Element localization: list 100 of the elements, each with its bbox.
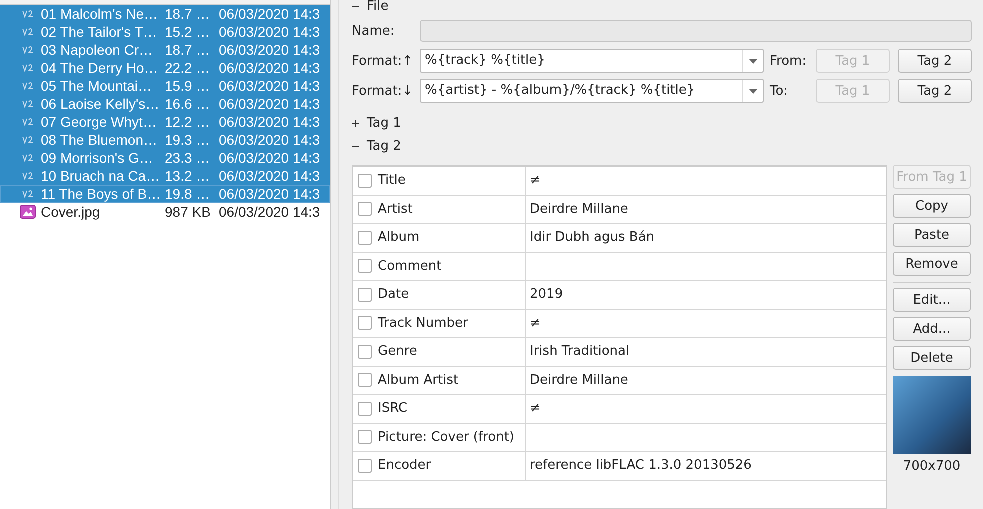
audio-file-icon — [22, 99, 34, 109]
expand-icon[interactable] — [352, 120, 359, 126]
field-name: Genre — [378, 344, 418, 360]
audio-file-icon — [22, 63, 34, 73]
dropdown-arrow-icon — [748, 88, 758, 94]
file-row[interactable]: 05 The Mountai… 15.9 … 06/03/2020 14:3 — [0, 77, 330, 95]
action-button[interactable]: Copy — [893, 194, 971, 218]
file-name: 08 The Bluemon… — [41, 132, 158, 148]
file-date: 06/03/2020 14:3 — [219, 132, 320, 148]
file-size: 15.2 … — [165, 24, 212, 40]
direction-label: From: — [770, 54, 808, 68]
format-label: Format:↓ — [352, 84, 414, 98]
field-name: Comment — [378, 258, 442, 274]
file-name: 02 The Tailor's T… — [41, 24, 158, 40]
file-row[interactable]: Cover.jpg 987 KB 06/03/2020 14:3 — [0, 203, 330, 221]
name-label: Name: — [352, 24, 396, 38]
file-row[interactable]: 04 The Derry Ho… 22.2 … 06/03/2020 14:3 — [0, 59, 330, 77]
field-name: Encoder — [378, 458, 432, 474]
file-name: 11 The Boys of B… — [41, 186, 162, 202]
file-row[interactable]: 08 The Bluemon… 19.3 … 06/03/2020 14:3 — [0, 131, 330, 149]
action-button[interactable]: Paste — [893, 223, 971, 247]
field-value: Deirdre Millane — [530, 202, 628, 217]
checkbox[interactable] — [358, 230, 372, 245]
audio-file-icon — [22, 9, 34, 19]
file-name: 01 Malcolm's Ne… — [41, 6, 160, 22]
audio-file-icon — [22, 171, 34, 181]
file-size: 16.6 … — [165, 96, 212, 112]
direction-label: To: — [770, 84, 790, 98]
file-name: Cover.jpg — [41, 204, 102, 220]
file-name: 04 The Derry Ho… — [41, 60, 160, 76]
checkbox[interactable] — [358, 402, 372, 416]
dropdown-arrow-icon — [748, 58, 758, 64]
file-row[interactable]: 06 Laoise Kelly's… 16.6 … 06/03/2020 14:3 — [0, 95, 330, 113]
audio-file-icon — [22, 117, 34, 127]
file-size: 19.8 … — [165, 186, 212, 202]
tag-button[interactable]: Tag 2 — [898, 79, 972, 103]
file-date: 06/03/2020 14:3 — [219, 42, 320, 58]
field-name: Album Artist — [378, 372, 459, 388]
image-file-icon — [20, 205, 36, 219]
section-label: Tag 1 — [367, 116, 402, 130]
file-date: 06/03/2020 14:3 — [219, 204, 320, 220]
file-size: 22.2 … — [165, 60, 212, 76]
file-size: 23.3 … — [165, 150, 212, 166]
audio-file-icon — [22, 189, 34, 199]
file-row[interactable]: 03 Napoleon Cr… 18.7 … 06/03/2020 14:3 — [0, 41, 330, 59]
format-label: Format:↑ — [352, 54, 414, 68]
file-name: 03 Napoleon Cr… — [41, 42, 154, 58]
file-row[interactable]: 02 The Tailor's T… 15.2 … 06/03/2020 14:3 — [0, 23, 330, 41]
format-combo[interactable]: %{artist} - %{album}/%{track} %{title} — [420, 79, 764, 103]
field-value: reference libFLAC 1.3.0 20130526 — [530, 458, 752, 474]
file-date: 06/03/2020 14:3 — [219, 6, 320, 22]
file-size: 13.2 … — [165, 168, 212, 184]
checkbox[interactable] — [358, 316, 372, 330]
file-name: 07 George Whyt… — [41, 114, 158, 130]
action-button[interactable]: Add... — [893, 317, 971, 341]
file-row[interactable]: 09 Morrison's G… 23.3 … 06/03/2020 14:3 — [0, 149, 330, 167]
action-button[interactable]: Delete — [893, 346, 971, 370]
file-date: 06/03/2020 14:3 — [219, 168, 320, 184]
field-name: Date — [378, 287, 410, 302]
file-size: 18.7 … — [165, 42, 212, 58]
tag-button[interactable]: Tag 2 — [898, 49, 972, 73]
file-row[interactable]: 01 Malcolm's Ne… 18.7 … 06/03/2020 14:3 — [0, 5, 330, 23]
file-row[interactable]: 07 George Whyt… 12.2 … 06/03/2020 14:3 — [0, 113, 330, 131]
field-value: 2019 — [530, 287, 564, 302]
field-name: Picture: Cover (front) — [378, 430, 514, 445]
action-button[interactable]: Edit... — [893, 288, 971, 312]
field-value: Irish Traditional — [530, 344, 630, 360]
file-date: 06/03/2020 14:3 — [219, 24, 320, 40]
file-size: 12.2 … — [165, 114, 212, 130]
field-value: ≠ — [530, 316, 541, 331]
field-value: ≠ — [530, 401, 541, 416]
file-size: 15.9 … — [165, 78, 212, 94]
file-size: 19.3 … — [165, 132, 212, 148]
field-name: Album — [378, 230, 420, 246]
file-name: 10 Bruach na Ca… — [41, 168, 162, 184]
checkbox[interactable] — [358, 288, 372, 302]
cover-size: 700x700 — [902, 459, 962, 474]
checkbox[interactable] — [358, 430, 372, 444]
file-name: 06 Laoise Kelly's… — [41, 96, 161, 112]
checkbox[interactable] — [358, 344, 372, 359]
file-row[interactable]: 10 Bruach na Ca… 13.2 … 06/03/2020 14:3 — [0, 167, 330, 185]
checkbox[interactable] — [358, 458, 372, 473]
file-size: 987 KB — [165, 204, 212, 220]
checkbox[interactable] — [358, 373, 372, 388]
section-label: Tag 2 — [367, 138, 402, 154]
field-value: ≠ — [530, 173, 541, 188]
file-row[interactable]: 11 The Boys of B… 19.8 … 06/03/2020 14:3 — [0, 185, 330, 203]
checkbox[interactable] — [358, 202, 372, 216]
format-combo[interactable]: %{track} %{title} — [420, 49, 764, 73]
file-date: 06/03/2020 14:3 — [219, 114, 320, 130]
checkbox[interactable] — [358, 174, 372, 188]
field-name: ISRC — [378, 401, 408, 416]
action-button[interactable]: Remove — [893, 252, 971, 276]
field-name: Artist — [378, 202, 413, 217]
field-value: Deirdre Millane — [530, 372, 628, 388]
checkbox[interactable] — [358, 259, 372, 274]
field-name: Title — [378, 173, 406, 188]
file-date: 06/03/2020 14:3 — [219, 150, 320, 166]
file-size: 18.7 … — [165, 6, 212, 22]
file-name: 09 Morrison's G… — [41, 150, 154, 166]
